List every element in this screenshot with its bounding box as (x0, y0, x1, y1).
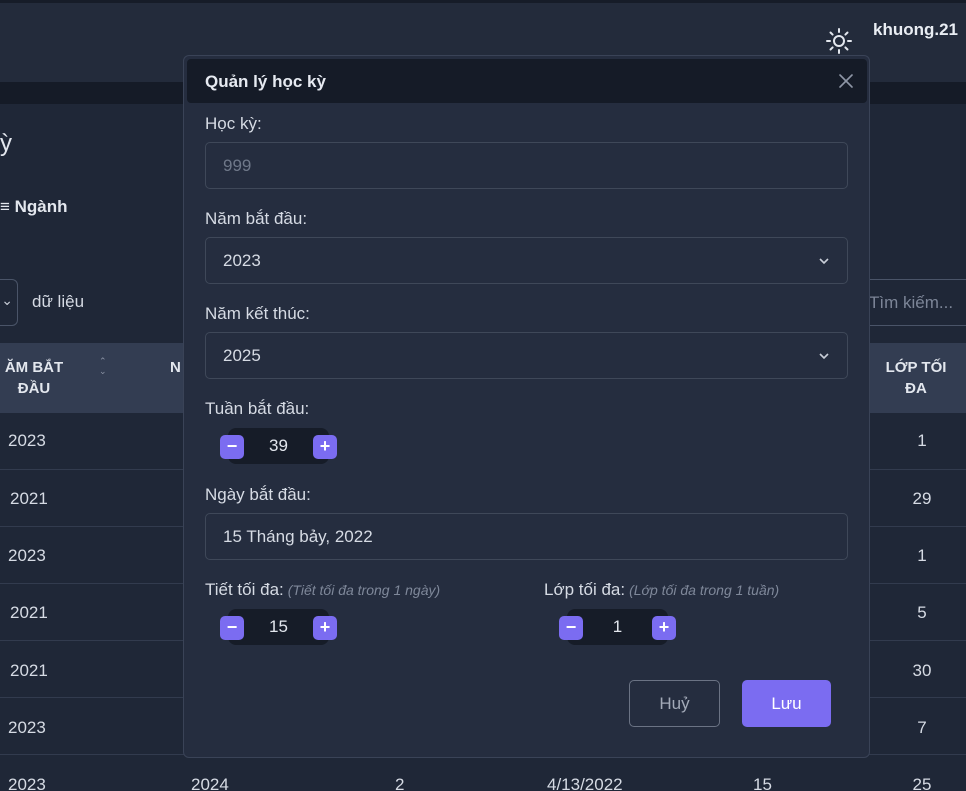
cancel-button[interactable]: Huỷ (629, 680, 720, 727)
lop-toi-da-stepper: − 1 + (559, 609, 676, 645)
column-header-lop-toi-da[interactable]: LỚP TỐI ĐA (878, 357, 954, 399)
save-button[interactable]: Lưu (742, 680, 831, 727)
hoc-ky-input[interactable]: 999 (205, 142, 848, 189)
tiet-toi-da-label-text: Tiết tối đa: (205, 580, 284, 599)
chevron-down-icon (819, 353, 829, 360)
modal-header: Quản lý học kỳ (187, 59, 867, 103)
cell-nam-bat-dau: 2023 (8, 775, 46, 791)
increment-button[interactable]: + (313, 616, 337, 640)
cell-tiet-toi-da: 15 (753, 775, 772, 791)
cell-nam-bat-dau: 2021 (10, 661, 48, 680)
cell-lop-toi-da: 30 (912, 661, 932, 680)
chevron-down-icon: ⌄ (1, 292, 13, 308)
tiet-toi-da-label: Tiết tối đa: (Tiết tối đa trong 1 ngày) (205, 580, 440, 600)
tuan-bat-dau-label: Tuần bắt đầu: (205, 399, 310, 418)
increment-button[interactable]: + (652, 616, 676, 640)
lop-toi-da-hint: (Lớp tối đa trong 1 tuần) (629, 582, 780, 598)
cell-nam-bat-dau: 2023 (8, 718, 46, 737)
cell-lop-toi-da: 5 (917, 603, 927, 622)
table-row: 2023 2024 2 4/13/2022 15 25 (0, 755, 966, 791)
show-data-label: dữ liệu (32, 292, 85, 311)
nam-bat-dau-value: 2023 (223, 251, 261, 270)
nam-ket-thuc-select[interactable]: 2025 (205, 332, 848, 379)
page-size-select[interactable]: ⌄ (0, 279, 18, 326)
close-icon[interactable] (835, 70, 857, 92)
nam-ket-thuc-value: 2025 (223, 346, 261, 365)
cell-nam-ket-thuc: 2024 (191, 775, 229, 791)
modal-title: Quản lý học kỳ (205, 72, 326, 91)
nam-bat-dau-label: Năm bắt đầu: (205, 209, 308, 228)
nam-bat-dau-select[interactable]: 2023 (205, 237, 848, 284)
cell-lop-toi-da: 1 (917, 431, 927, 450)
cell-lop-toi-da: 1 (917, 546, 927, 565)
hoc-ky-label: Học kỳ: (205, 114, 262, 133)
nam-ket-thuc-label: Năm kết thúc: (205, 304, 310, 323)
cell-ngay-bat-dau: 4/13/2022 (547, 775, 623, 791)
username[interactable]: khuong.21 (873, 20, 958, 40)
ngay-bat-dau-label: Ngày bắt đầu: (205, 485, 311, 504)
tiet-toi-da-hint: (Tiết tối đa trong 1 ngày) (287, 582, 441, 598)
tab-nganh[interactable]: ≡ Ngành (0, 197, 68, 217)
lop-toi-da-label: Lớp tối đa: (Lớp tối đa trong 1 tuần) (544, 580, 779, 600)
column-header-nam-ket-thuc[interactable]: N (170, 357, 181, 378)
chevron-down-icon (819, 258, 829, 265)
tiet-toi-da-stepper: − 15 + (220, 609, 337, 645)
tuan-bat-dau-stepper: − 39 + (220, 428, 337, 464)
search-input[interactable]: Tìm kiếm... (860, 279, 966, 326)
cell-nam-bat-dau: 2021 (10, 489, 48, 508)
cell-hoc-ky: 2 (395, 775, 405, 791)
cell-lop-toi-da: 7 (917, 718, 927, 737)
theme-toggle-icon[interactable] (826, 28, 852, 54)
lop-toi-da-label-text: Lớp tối đa: (544, 580, 626, 599)
search-placeholder: Tìm kiếm... (869, 293, 954, 312)
semester-modal: Quản lý học kỳ Học kỳ: 999 Năm bắt đầu: … (183, 55, 870, 758)
ngay-bat-dau-value: 15 Tháng bảy, 2022 (223, 527, 373, 546)
column-header-nam-bat-dau[interactable]: ĂM BẮT ĐẦU (0, 357, 74, 399)
cell-lop-toi-da: 25 (912, 775, 932, 791)
cell-lop-toi-da: 29 (912, 489, 932, 508)
cell-nam-bat-dau: 2021 (10, 603, 48, 622)
ngay-bat-dau-date-input[interactable]: 15 Tháng bảy, 2022 (205, 513, 848, 560)
page-title: ỳ (0, 130, 12, 157)
cell-nam-bat-dau: 2023 (8, 431, 46, 450)
sort-icon[interactable]: ⌃ ⌄ (99, 356, 107, 376)
hoc-ky-placeholder: 999 (223, 156, 252, 175)
cell-nam-bat-dau: 2023 (8, 546, 46, 565)
increment-button[interactable]: + (313, 435, 337, 459)
